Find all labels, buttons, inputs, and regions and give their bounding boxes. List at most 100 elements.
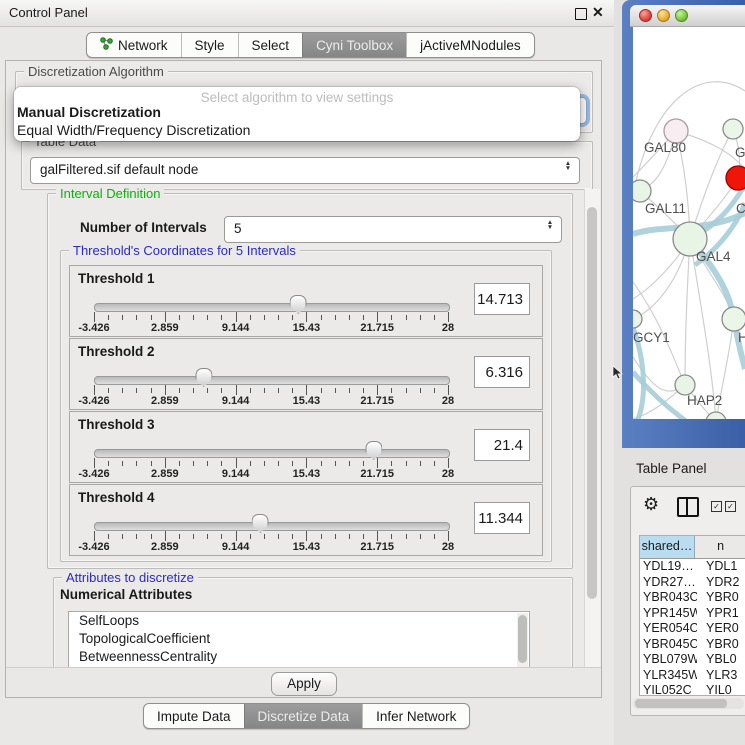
- tick-mark: [264, 534, 265, 539]
- threshold-value-field[interactable]: 21.4: [474, 429, 530, 461]
- list-item-selfloops[interactable]: SelfLoops: [69, 612, 529, 630]
- tab-label: Style: [195, 38, 225, 53]
- network-edge[interactable]: [685, 239, 690, 385]
- tick-mark: [165, 458, 166, 468]
- tick-mark: [264, 388, 265, 393]
- tick-mark: [306, 312, 307, 322]
- tick-mark: [151, 534, 152, 539]
- tick-mark: [391, 388, 392, 393]
- tick-mark: [335, 388, 336, 393]
- group-title: Interval Definition: [56, 186, 164, 201]
- node-label-gal4: GAL4: [696, 249, 731, 264]
- threshold-label: Threshold 3: [78, 417, 155, 432]
- table-row[interactable]: YBR045CYBR0: [640, 637, 745, 653]
- tab-cyni-toolbox[interactable]: Cyni Toolbox: [302, 33, 406, 57]
- tab-impute-data[interactable]: Impute Data: [144, 704, 244, 728]
- tick-mark: [165, 385, 166, 395]
- list-scrollbar[interactable]: [517, 613, 528, 667]
- column-header-shared-name[interactable]: shared…: [640, 536, 695, 558]
- network-canvas[interactable]: GAL80GALCGAL11GAL4GCY1HHAP2: [633, 27, 745, 419]
- cyni-mode-tab-bar: Impute Data Discretize Data Infer Network: [143, 703, 470, 729]
- number-of-intervals-combobox[interactable]: 5 ▲▼: [224, 216, 562, 243]
- tick-mark: [207, 388, 208, 393]
- tick-mark: [207, 534, 208, 539]
- panel-scrollbar[interactable]: [584, 189, 600, 667]
- table-row[interactable]: YBL079WYBL0: [640, 652, 745, 668]
- network-node[interactable]: [723, 119, 743, 139]
- cell-shared-name: YBR045C: [640, 637, 697, 653]
- tab-infer-network[interactable]: Infer Network: [362, 704, 469, 728]
- node-label-gal: GAL: [735, 145, 745, 160]
- table-row[interactable]: YLR345WYLR3: [640, 668, 745, 684]
- column-header-name[interactable]: n: [695, 536, 745, 558]
- scrollbar-thumb[interactable]: [587, 207, 597, 599]
- apply-button[interactable]: Apply: [271, 672, 337, 696]
- tab-network[interactable]: Network: [87, 33, 181, 57]
- tab-style[interactable]: Style: [181, 33, 238, 57]
- network-window-titlebar: [630, 5, 745, 27]
- dropdown-option-manual-discretization[interactable]: Manual Discretization: [17, 104, 161, 120]
- cell-shared-name: YIL052C: [640, 683, 697, 696]
- table-row[interactable]: YDR27…YDR2: [640, 575, 745, 591]
- scrollbar-thumb[interactable]: [518, 615, 527, 663]
- list-item-betweennesscentrality[interactable]: BetweennessCentrality: [69, 648, 529, 666]
- threshold-value-field[interactable]: 11.344: [474, 502, 530, 534]
- tick-mark: [193, 461, 194, 466]
- tick-mark: [363, 461, 364, 466]
- tick-mark: [207, 461, 208, 466]
- threshold-value-field[interactable]: 14.713: [474, 283, 530, 315]
- threshold-value-field[interactable]: 6.316: [474, 356, 530, 388]
- table-row[interactable]: YBR043CYBR0: [640, 590, 745, 606]
- split-view-icon[interactable]: [677, 497, 699, 517]
- tick-mark: [377, 531, 378, 541]
- tick-mark: [292, 461, 293, 466]
- network-node[interactable]: [675, 375, 695, 395]
- close-traffic-light-icon[interactable]: [639, 9, 652, 22]
- zoom-traffic-light-icon[interactable]: [675, 9, 688, 22]
- tab-select[interactable]: Select: [238, 33, 303, 57]
- node-table[interactable]: shared… n YDL19…YDL1YDR27…YDR2YBR043CYBR…: [639, 535, 745, 696]
- list-item-topologicalcoefficient[interactable]: TopologicalCoefficient: [69, 630, 529, 648]
- tick-mark: [278, 534, 279, 539]
- cell-shared-name: YBL079W: [640, 652, 697, 668]
- tab-jactivemnodules[interactable]: jActiveMNodules: [406, 33, 534, 57]
- network-node[interactable]: [706, 412, 726, 419]
- minimize-traffic-light-icon[interactable]: [657, 9, 670, 22]
- tab-label: Discretize Data: [258, 709, 350, 724]
- tick-mark: [391, 461, 392, 466]
- slider-track[interactable]: [94, 449, 450, 458]
- slider-track[interactable]: [94, 376, 450, 385]
- table-data-combobox[interactable]: galFiltered.sif default node ▲▼: [30, 157, 580, 184]
- table-row[interactable]: YPR145WYPR1: [640, 606, 745, 622]
- cell-shared-name: YBR043C: [640, 590, 697, 606]
- numerical-attributes-list[interactable]: SelfLoopsTopologicalCoefficientBetweenne…: [68, 611, 530, 669]
- close-icon[interactable]: ✕: [592, 4, 604, 21]
- intervals-value: 5: [234, 217, 242, 241]
- table-row[interactable]: YIL052CYIL0: [640, 683, 745, 696]
- table-row[interactable]: YDL19…YDL1: [640, 559, 745, 575]
- dropdown-option-equal-width-frequency-discretization[interactable]: Equal Width/Frequency Discretization: [17, 122, 250, 138]
- tick-mark: [221, 461, 222, 466]
- tab-label: Select: [252, 38, 290, 53]
- network-node[interactable]: [726, 166, 745, 190]
- cell-name: YER0: [697, 621, 745, 637]
- interval-definition-group: Interval Definition Number of Intervals …: [47, 193, 573, 569]
- checkbox-icon[interactable]: ✓: [711, 501, 722, 512]
- tick-mark: [151, 388, 152, 393]
- network-node[interactable]: [633, 180, 651, 202]
- table-row[interactable]: YER054CYER0: [640, 621, 745, 637]
- gear-icon[interactable]: ⚙: [643, 494, 659, 515]
- tick-label: 15.43: [293, 468, 321, 480]
- network-node[interactable]: [722, 307, 745, 331]
- table-horizontal-scrollbar[interactable]: [633, 698, 744, 709]
- tick-label: 21.715: [360, 322, 394, 334]
- float-window-icon[interactable]: [575, 8, 587, 20]
- scrollbar-thumb[interactable]: [635, 699, 727, 708]
- network-node[interactable]: [633, 310, 642, 328]
- tick-mark: [136, 388, 137, 393]
- tick-mark: [306, 458, 307, 468]
- slider-track[interactable]: [94, 303, 450, 312]
- checkbox-icon[interactable]: ✓: [725, 501, 736, 512]
- slider-track[interactable]: [94, 522, 450, 531]
- tab-discretize-data[interactable]: Discretize Data: [244, 704, 363, 728]
